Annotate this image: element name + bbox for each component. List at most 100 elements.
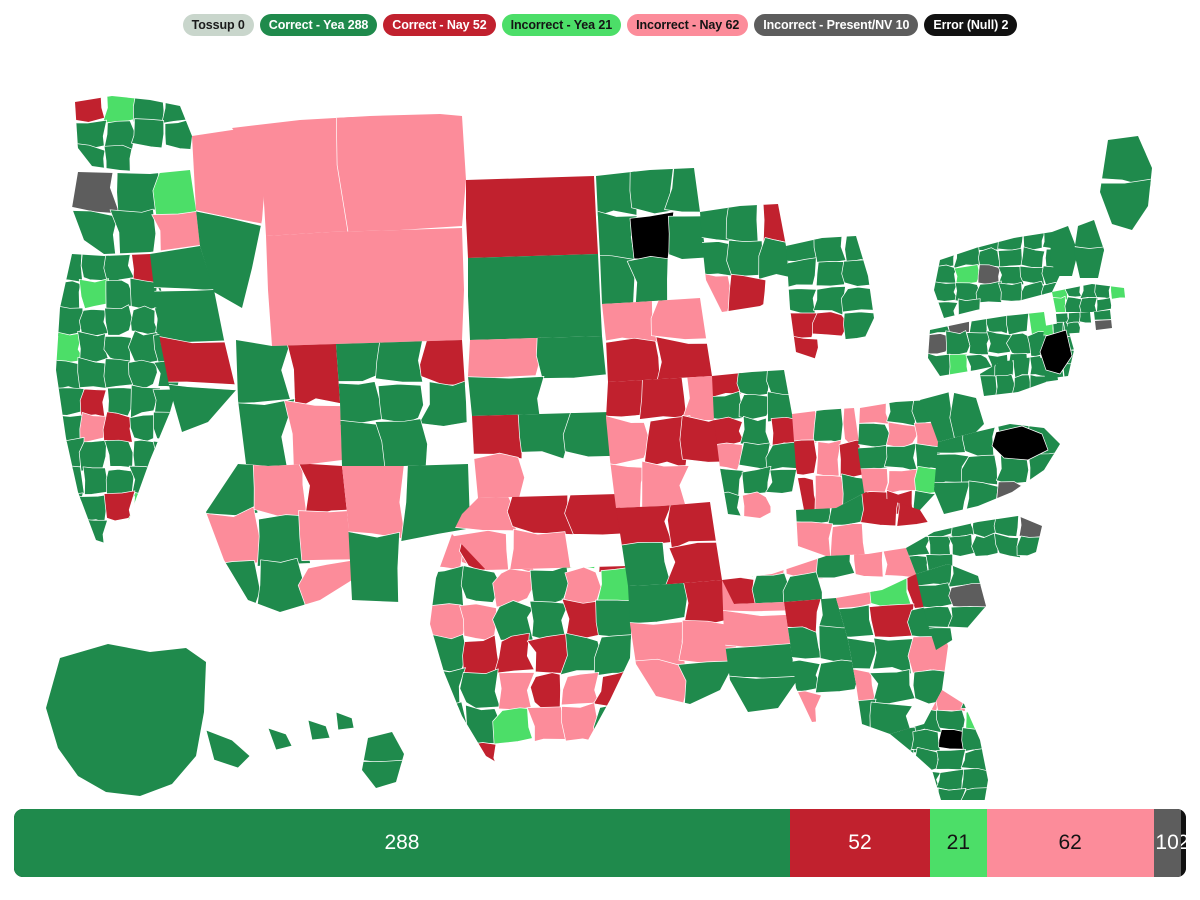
district-cell[interactable]	[336, 110, 470, 240]
district-cell[interactable]	[792, 522, 833, 560]
district-cell[interactable]	[110, 209, 156, 258]
state-wa[interactable]	[71, 92, 196, 176]
state-mi[interactable]	[782, 232, 878, 366]
district-cell[interactable]	[998, 228, 1024, 251]
state-fl[interactable]	[886, 686, 992, 800]
district-cell[interactable]	[592, 210, 637, 261]
district-cell[interactable]	[949, 354, 970, 380]
tally-segment-incorrect_yea[interactable]: 21	[930, 809, 987, 877]
tally-segment-correct_nay[interactable]: 52	[789, 809, 931, 877]
district-cell[interactable]	[994, 512, 1019, 537]
district-cell[interactable]	[924, 352, 951, 380]
district-cell[interactable]	[232, 336, 293, 404]
district-cell[interactable]	[718, 544, 754, 577]
state-ne[interactable]	[464, 332, 614, 420]
district-cell[interactable]	[668, 498, 727, 549]
district-cell[interactable]	[530, 673, 560, 712]
district-cell[interactable]	[869, 604, 914, 638]
district-cell[interactable]	[766, 469, 802, 493]
state-wi[interactable]	[696, 200, 796, 316]
district-cell[interactable]	[742, 492, 771, 522]
district-cell[interactable]	[426, 565, 466, 607]
district-cell[interactable]	[708, 492, 744, 522]
district-cell[interactable]	[1007, 308, 1030, 335]
district-cell[interactable]	[958, 299, 980, 322]
district-cell[interactable]	[726, 200, 758, 244]
district-cell[interactable]	[916, 769, 941, 792]
district-cell[interactable]	[530, 601, 569, 640]
district-cell[interactable]	[464, 250, 606, 344]
district-cell[interactable]	[718, 675, 800, 716]
district-cell[interactable]	[995, 374, 1015, 400]
tally-segment-correct_yea[interactable]: 288	[14, 809, 790, 877]
district-cell[interactable]	[913, 789, 939, 801]
district-cell[interactable]	[68, 166, 120, 214]
district-cell[interactable]	[602, 415, 650, 468]
district-cell[interactable]	[886, 788, 916, 800]
state-sd[interactable]	[464, 250, 606, 344]
district-cell[interactable]	[42, 640, 210, 800]
district-cell[interactable]	[468, 453, 525, 502]
district-cell[interactable]	[886, 749, 916, 772]
state-ar[interactable]	[612, 498, 726, 590]
district-cell[interactable]	[262, 224, 468, 350]
state-wy[interactable]	[262, 224, 468, 350]
district-cell[interactable]	[976, 376, 998, 400]
district-cell[interactable]	[78, 357, 108, 388]
district-cell[interactable]	[1021, 247, 1045, 268]
state-me[interactable]	[1096, 132, 1156, 234]
district-cell[interactable]	[78, 331, 108, 361]
district-cell[interactable]	[841, 287, 878, 312]
legend-pill-error_null[interactable]: Error (Null) 2	[924, 14, 1018, 36]
district-cell[interactable]	[71, 143, 105, 176]
district-cell[interactable]	[930, 281, 958, 301]
tally-segment-incorrect_present_nv[interactable]: 10	[1153, 809, 1181, 877]
district-cell[interactable]	[1090, 320, 1116, 335]
district-cell[interactable]	[624, 659, 688, 708]
district-cell[interactable]	[71, 120, 107, 149]
district-cell[interactable]	[128, 360, 157, 389]
district-cell[interactable]	[842, 260, 878, 286]
district-cell[interactable]	[202, 460, 258, 516]
district-cell[interactable]	[718, 643, 800, 681]
district-cell[interactable]	[630, 212, 674, 263]
district-cell[interactable]	[936, 710, 965, 731]
district-cell[interactable]	[886, 769, 917, 791]
district-cell[interactable]	[814, 232, 846, 263]
district-cell[interactable]	[462, 172, 602, 262]
district-cell[interactable]	[284, 400, 346, 470]
district-cell[interactable]	[103, 92, 137, 123]
district-cell[interactable]	[954, 265, 980, 286]
district-cell[interactable]	[813, 286, 845, 315]
district-cell[interactable]	[103, 412, 132, 444]
district-cell[interactable]	[52, 250, 83, 282]
district-cell[interactable]	[782, 232, 817, 262]
state-il[interactable]	[708, 366, 802, 522]
district-cell[interactable]	[737, 366, 769, 396]
district-cell[interactable]	[527, 707, 566, 742]
district-cell[interactable]	[493, 708, 533, 744]
district-cell[interactable]	[948, 560, 990, 587]
district-cell[interactable]	[951, 512, 976, 538]
district-cell[interactable]	[930, 482, 970, 518]
district-cell[interactable]	[79, 309, 108, 336]
district-cell[interactable]	[813, 404, 843, 443]
district-cell[interactable]	[1096, 178, 1156, 234]
district-cell[interactable]	[104, 491, 135, 521]
district-cell[interactable]	[460, 669, 500, 708]
district-cell[interactable]	[949, 534, 975, 556]
district-cell[interactable]	[105, 440, 133, 467]
district-cell[interactable]	[52, 493, 83, 524]
state-nd[interactable]	[462, 172, 602, 262]
district-cell[interactable]	[742, 466, 771, 494]
district-cell[interactable]	[376, 336, 424, 382]
state-co[interactable]	[332, 336, 472, 470]
district-cell[interactable]	[79, 279, 108, 309]
district-cell[interactable]	[358, 760, 408, 792]
state-mo[interactable]	[602, 372, 728, 512]
legend-pill-incorrect_nay[interactable]: Incorrect - Nay 62	[627, 14, 749, 36]
district-cell[interactable]	[52, 281, 81, 310]
district-layer[interactable]	[42, 92, 1156, 800]
legend-pill-tossup[interactable]: Tossup 0	[182, 14, 254, 36]
state-mn[interactable]	[592, 164, 710, 308]
